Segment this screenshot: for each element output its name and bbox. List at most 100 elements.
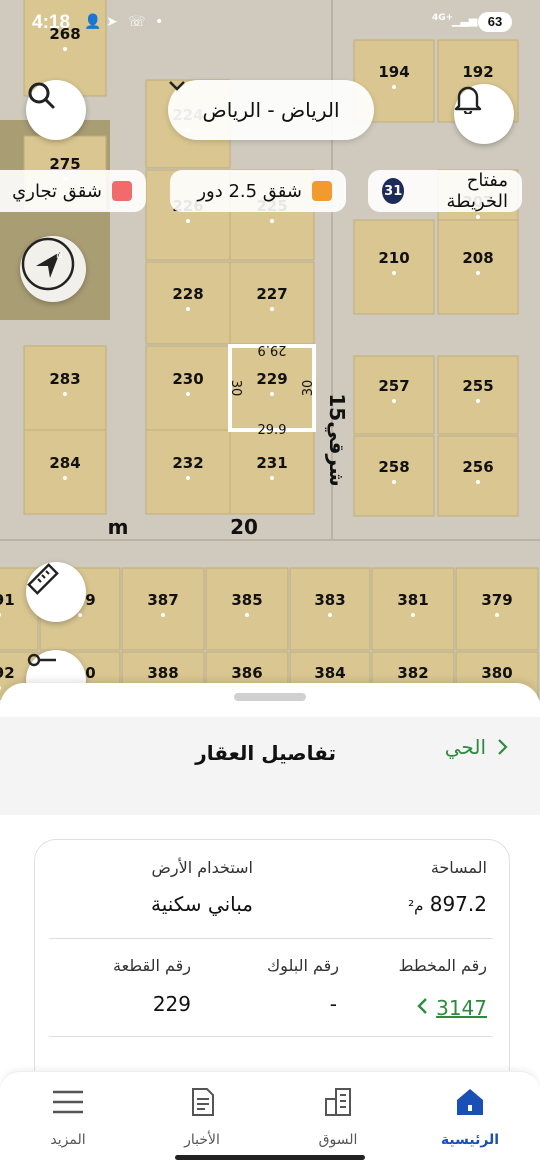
map-plot-number: 232	[172, 454, 203, 472]
map-plot-number: 227	[256, 285, 287, 303]
map-plot-dot	[476, 215, 480, 219]
home-indicator	[175, 1155, 365, 1160]
city-selector[interactable]: الرياض - الرياض	[168, 80, 374, 140]
map-key-count-badge: 31	[382, 178, 405, 204]
home-icon	[457, 1089, 483, 1115]
route-icon	[27, 653, 56, 667]
map-plot-number: 256	[462, 458, 493, 476]
legend-label: شقق 2.5 دور	[197, 180, 302, 202]
plan-value: 3147	[436, 996, 487, 1020]
search-button[interactable]	[26, 80, 86, 140]
legend-color-swatch	[112, 181, 132, 201]
map-plot[interactable]	[353, 355, 435, 435]
map-plot-number: 384	[314, 664, 345, 682]
street-label-20: 20	[230, 515, 258, 539]
land-use-label: استخدام الأرض	[151, 858, 253, 877]
map-plot-dot	[270, 392, 274, 396]
map-plot[interactable]	[23, 345, 107, 431]
dim-label-top: 29.9	[258, 342, 287, 357]
map-plot-number: 381	[397, 591, 428, 609]
map-plot[interactable]	[371, 567, 455, 651]
map-plot[interactable]	[145, 429, 231, 515]
compass-button[interactable]: N	[20, 236, 86, 302]
street-label-15-east: 15شرقي	[324, 393, 349, 486]
legend-chip-commercial-apartments[interactable]: شقق تجاري	[0, 170, 146, 212]
nav-market[interactable]: السوق	[288, 1084, 388, 1148]
map-plot-number: 283	[49, 370, 80, 388]
map-plot-dot	[270, 219, 274, 223]
map-plot[interactable]	[121, 567, 205, 651]
nav-home[interactable]: الرئيسية	[420, 1084, 520, 1148]
map-plot-number: 210	[378, 249, 409, 267]
map-view[interactable]: 2681941922242752262252072282272102082832…	[0, 0, 540, 700]
network-type: 4G+	[432, 13, 454, 23]
dot-icon: •	[155, 14, 164, 30]
sheet-header	[0, 717, 540, 815]
nav-more[interactable]: المزيد	[18, 1084, 118, 1148]
map-plot[interactable]	[229, 429, 315, 515]
map-plot-dot	[186, 392, 190, 396]
status-bar: 4:18 👤 ➤ ☏ • 4G+ ▁▃▅ 63	[0, 0, 540, 44]
map-plot-number: 257	[378, 377, 409, 395]
map-plot-dot	[245, 613, 249, 617]
battery-indicator: 63	[478, 12, 512, 32]
nav-news[interactable]: الأخبار	[152, 1084, 252, 1148]
menu-icon	[53, 1090, 83, 1114]
chevron-left-icon	[417, 998, 427, 1014]
map-plot-number: 380	[481, 664, 512, 682]
map-plot-number: 386	[231, 664, 262, 682]
legend-label: شقق تجاري	[12, 180, 102, 202]
map-plot-dot	[392, 480, 396, 484]
map-plot-number: 231	[256, 454, 287, 472]
map-plot-dot	[392, 85, 396, 89]
telegram-icon: ➤	[106, 14, 118, 30]
whatsapp-icon: ☏	[128, 14, 146, 30]
map-plot-dot	[63, 476, 67, 480]
plan-label: رقم المخطط	[398, 956, 487, 975]
map-plot[interactable]	[437, 355, 519, 435]
plan-link[interactable]: 3147	[416, 996, 487, 1020]
measure-tool-button[interactable]	[26, 562, 86, 622]
map-key-label: مفتاح الخريطة	[446, 170, 508, 212]
map-plot-dot	[186, 476, 190, 480]
legend-chip-apartments-2-5[interactable]: شقق 2.5 دور	[170, 170, 346, 212]
map-plot[interactable]	[23, 429, 107, 515]
map-plot-dot	[411, 613, 415, 617]
building-icon	[325, 1088, 351, 1116]
chevron-right-icon	[498, 739, 508, 755]
map-key-chip[interactable]: مفتاح الخريطة 31	[368, 170, 522, 212]
map-plot-dot	[476, 399, 480, 403]
district-link[interactable]: الحي	[445, 735, 508, 759]
map-plot[interactable]	[437, 435, 519, 517]
parcel-label: رقم القطعة	[113, 956, 191, 975]
map-plot-number: 391	[0, 591, 15, 609]
map-plot[interactable]	[455, 567, 539, 651]
map-plot[interactable]	[145, 345, 231, 431]
map-plot-dot	[392, 271, 396, 275]
map-plot[interactable]	[353, 219, 435, 315]
map-plot-number: 255	[462, 377, 493, 395]
search-icon	[28, 82, 55, 109]
sheet-title: تفاصيل العقار	[195, 741, 336, 765]
nav-news-label: الأخبار	[184, 1132, 220, 1148]
map-plot[interactable]	[353, 435, 435, 517]
block-label: رقم البلوك	[266, 956, 339, 975]
map-plot[interactable]	[229, 261, 315, 345]
sheet-drag-handle[interactable]	[234, 693, 306, 701]
notifications-button[interactable]	[454, 84, 514, 144]
map-plot-dot	[270, 307, 274, 311]
nav-market-label: السوق	[318, 1132, 358, 1148]
map-plot-dot	[392, 399, 396, 403]
map-plot[interactable]	[289, 567, 371, 651]
ruler-icon	[27, 563, 59, 595]
map-plot[interactable]	[205, 567, 289, 651]
compass-icon: N	[21, 237, 75, 291]
bell-icon	[454, 86, 482, 114]
map-plot[interactable]	[145, 261, 231, 345]
chevron-down-icon	[169, 81, 185, 91]
map-plot-dot	[63, 392, 67, 396]
map-plot-dot	[186, 219, 190, 223]
map-plot[interactable]	[437, 219, 519, 315]
map-plot-number: 284	[49, 454, 80, 472]
card-divider	[49, 1036, 493, 1037]
